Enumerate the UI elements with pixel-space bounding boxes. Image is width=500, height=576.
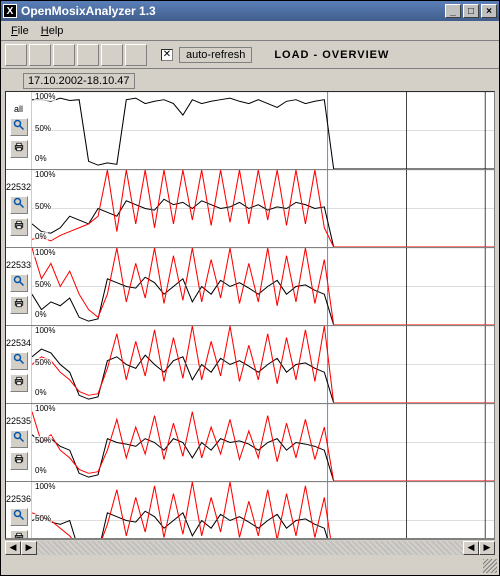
date-range-label[interactable]: 17.10.2002-18.10.47 bbox=[23, 73, 135, 89]
zoom-button[interactable] bbox=[10, 430, 28, 448]
scroll-right-button-2[interactable]: ▶ bbox=[479, 541, 495, 555]
row-toolbox: 22536 bbox=[6, 482, 32, 539]
chart-row: 22536100%50%0% bbox=[6, 482, 494, 539]
home-button[interactable] bbox=[5, 44, 27, 66]
printer-icon bbox=[13, 297, 25, 312]
minimize-button[interactable]: _ bbox=[445, 4, 461, 18]
zoom-button[interactable] bbox=[10, 352, 28, 370]
magnifier-icon bbox=[13, 353, 25, 368]
y-axis-label: 100% bbox=[34, 170, 56, 179]
printer-icon bbox=[13, 219, 25, 234]
printer-icon bbox=[13, 531, 25, 539]
printer-icon bbox=[13, 375, 25, 390]
appmenu-icon[interactable]: X bbox=[3, 4, 17, 18]
load-chart[interactable]: 100% 50% 0% bbox=[32, 170, 494, 247]
node-id-label: 22536 bbox=[6, 494, 31, 504]
chart-row: all 100% 50% 0% bbox=[6, 92, 494, 170]
node-id-label: 22535 bbox=[6, 416, 31, 426]
menu-help[interactable]: Help bbox=[35, 23, 70, 39]
magnifier-icon bbox=[13, 197, 25, 212]
chart-grid: all100%50%0%22532100%50%0%22533100%50%0%… bbox=[5, 91, 495, 539]
resize-grip[interactable] bbox=[483, 559, 497, 573]
scroll-right-button[interactable]: ▶ bbox=[21, 541, 37, 555]
y-axis-label: 100% bbox=[34, 92, 56, 101]
load-chart[interactable]: 100%50%0% bbox=[32, 482, 494, 539]
content-area: 17.10.2002-18.10.47 all100%50%0%22532100… bbox=[1, 69, 499, 559]
load-chart[interactable]: 100% 50% 0% bbox=[32, 404, 494, 481]
row-print-button[interactable] bbox=[10, 530, 28, 540]
y-axis-label: 0% bbox=[34, 388, 48, 397]
row-print-button[interactable] bbox=[10, 218, 28, 236]
maximize-button[interactable]: □ bbox=[463, 4, 479, 18]
auto-refresh-button[interactable]: auto-refresh bbox=[179, 47, 252, 63]
titlebar[interactable]: X OpenMosixAnalyzer 1.3 _ □ × bbox=[1, 1, 499, 21]
auto-refresh-checkbox[interactable]: ✕ bbox=[161, 49, 173, 61]
y-axis-label: 100% bbox=[34, 482, 56, 491]
printer-icon bbox=[13, 453, 25, 468]
node-id-label: all bbox=[14, 104, 23, 114]
y-axis-label: 50% bbox=[34, 280, 52, 289]
scroll-left-button[interactable]: ◀ bbox=[5, 541, 21, 555]
print-button[interactable] bbox=[53, 44, 75, 66]
scroll-left-button-2[interactable]: ◀ bbox=[463, 541, 479, 555]
paint-button[interactable] bbox=[29, 44, 51, 66]
y-axis-label: 50% bbox=[34, 202, 52, 211]
load-chart[interactable]: 100% 50% 0% bbox=[32, 326, 494, 403]
row-toolbox: 22534 bbox=[6, 326, 32, 403]
y-axis-label: 0% bbox=[34, 232, 48, 241]
row-toolbox: 22535 bbox=[6, 404, 32, 481]
page-title: LOAD - OVERVIEW bbox=[274, 49, 389, 61]
close-button[interactable]: × bbox=[481, 4, 497, 18]
chart-row: 22532100% 50% 0% bbox=[6, 170, 494, 248]
node-id-label: 22534 bbox=[6, 338, 31, 348]
magnifier-icon bbox=[13, 509, 25, 524]
magnifier-icon bbox=[13, 119, 25, 134]
menu-file[interactable]: File bbox=[5, 23, 35, 39]
chart-row: 22534100% 50% 0% bbox=[6, 326, 494, 404]
node-id-label: 22533 bbox=[6, 260, 31, 270]
row-toolbox: all bbox=[6, 92, 32, 169]
row-toolbox: 22533 bbox=[6, 248, 32, 325]
app-window: X OpenMosixAnalyzer 1.3 _ □ × File Help … bbox=[0, 0, 500, 576]
y-axis-label: 0% bbox=[34, 466, 48, 475]
printer-icon bbox=[13, 141, 25, 156]
magnifier-icon bbox=[13, 275, 25, 290]
settings-button[interactable] bbox=[77, 44, 99, 66]
load-chart[interactable]: 100% 50% 0% bbox=[32, 248, 494, 325]
load-chart[interactable]: 100% 50% 0% bbox=[32, 92, 494, 169]
y-axis-label: 50% bbox=[34, 514, 52, 523]
row-toolbox: 22532 bbox=[6, 170, 32, 247]
zoom-button[interactable] bbox=[10, 118, 28, 136]
toolbar: ? ✕ auto-refresh LOAD - OVERVIEW bbox=[1, 41, 499, 69]
help-button[interactable]: ? bbox=[125, 44, 147, 66]
tux-button[interactable] bbox=[101, 44, 123, 66]
row-print-button[interactable] bbox=[10, 452, 28, 470]
y-axis-label: 50% bbox=[34, 358, 52, 367]
chart-row: 22533100% 50% 0% bbox=[6, 248, 494, 326]
horizontal-scrollbar[interactable]: ◀ ▶ ◀ ▶ bbox=[5, 539, 495, 555]
row-print-button[interactable] bbox=[10, 140, 28, 158]
y-axis-label: 100% bbox=[34, 248, 56, 257]
zoom-button[interactable] bbox=[10, 508, 28, 526]
window-title: OpenMosixAnalyzer 1.3 bbox=[21, 4, 156, 18]
menubar: File Help bbox=[1, 21, 499, 41]
y-axis-label: 0% bbox=[34, 310, 48, 319]
chart-row: 22535100% 50% 0% bbox=[6, 404, 494, 482]
y-axis-label: 100% bbox=[34, 326, 56, 335]
magnifier-icon bbox=[13, 431, 25, 446]
row-print-button[interactable] bbox=[10, 374, 28, 392]
y-axis-label: 50% bbox=[34, 436, 52, 445]
y-axis-label: 0% bbox=[34, 154, 48, 163]
scroll-track[interactable] bbox=[37, 541, 463, 555]
y-axis-label: 50% bbox=[34, 124, 52, 133]
y-axis-label: 100% bbox=[34, 404, 56, 413]
row-print-button[interactable] bbox=[10, 296, 28, 314]
node-id-label: 22532 bbox=[6, 182, 31, 192]
zoom-button[interactable] bbox=[10, 196, 28, 214]
zoom-button[interactable] bbox=[10, 274, 28, 292]
